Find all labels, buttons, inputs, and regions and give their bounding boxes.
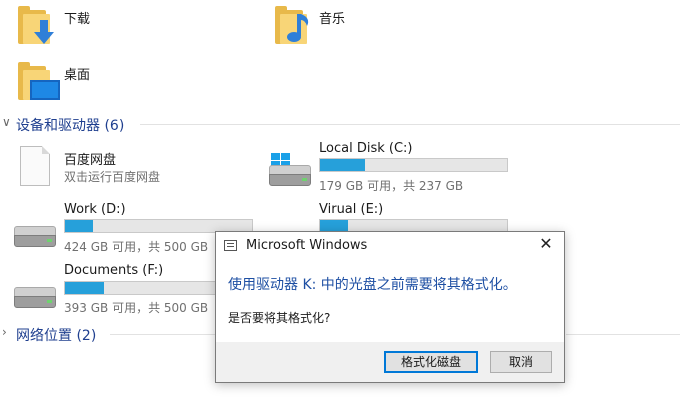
- format-disk-dialog: Microsoft Windows ✕ 使用驱动器 K: 中的光盘之前需要将其格…: [215, 231, 565, 383]
- window-icon: [224, 240, 237, 251]
- folder-label-desktop[interactable]: 桌面: [64, 64, 90, 83]
- desktop-folder-icon[interactable]: [18, 62, 62, 102]
- drive-name-d[interactable]: Work (D:): [64, 202, 126, 217]
- section-divider: [110, 334, 215, 335]
- drive-name-e[interactable]: Virual (E:): [319, 202, 383, 217]
- drive-usage-bar-c: [319, 158, 508, 172]
- hard-drive-icon: [14, 287, 60, 309]
- format-disk-button[interactable]: 格式化磁盘: [384, 351, 478, 373]
- folder-label-music[interactable]: 音乐: [319, 8, 345, 27]
- dialog-title: Microsoft Windows: [246, 238, 368, 253]
- drive-sub-c: 179 GB 可用，共 237 GB: [319, 179, 464, 193]
- folder-label-downloads[interactable]: 下载: [64, 8, 90, 27]
- drive-sub-d: 424 GB 可用，共 500 GB: [64, 240, 209, 254]
- section-header-devices[interactable]: 设备和驱动器 (6): [16, 115, 124, 135]
- drive-sub-baidu: 双击运行百度网盘: [64, 170, 161, 184]
- drive-sub-f: 393 GB 可用，共 500 GB: [64, 301, 209, 315]
- section-divider: [140, 124, 680, 125]
- dialog-footer: 格式化磁盘 取消: [216, 342, 564, 382]
- dialog-question: 是否要将其格式化?: [228, 311, 331, 325]
- dialog-message: 使用驱动器 K: 中的光盘之前需要将其格式化。: [228, 277, 517, 293]
- chevron-right-icon[interactable]: ›: [2, 325, 7, 339]
- section-divider: [566, 334, 680, 335]
- section-header-network[interactable]: 网络位置 (2): [16, 325, 96, 345]
- downloads-folder-icon[interactable]: [18, 6, 62, 46]
- close-icon[interactable]: ✕: [536, 234, 556, 253]
- music-folder-icon[interactable]: [275, 6, 319, 46]
- cancel-button[interactable]: 取消: [490, 351, 552, 373]
- document-icon: [20, 146, 50, 186]
- drive-name-c[interactable]: Local Disk (C:): [319, 141, 412, 156]
- hard-drive-icon: [14, 226, 60, 248]
- drive-name-f[interactable]: Documents (F:): [64, 263, 163, 278]
- drive-name-baidu[interactable]: 百度网盘: [64, 149, 116, 168]
- chevron-down-icon[interactable]: ∨: [2, 115, 11, 129]
- hard-drive-icon: [269, 165, 315, 187]
